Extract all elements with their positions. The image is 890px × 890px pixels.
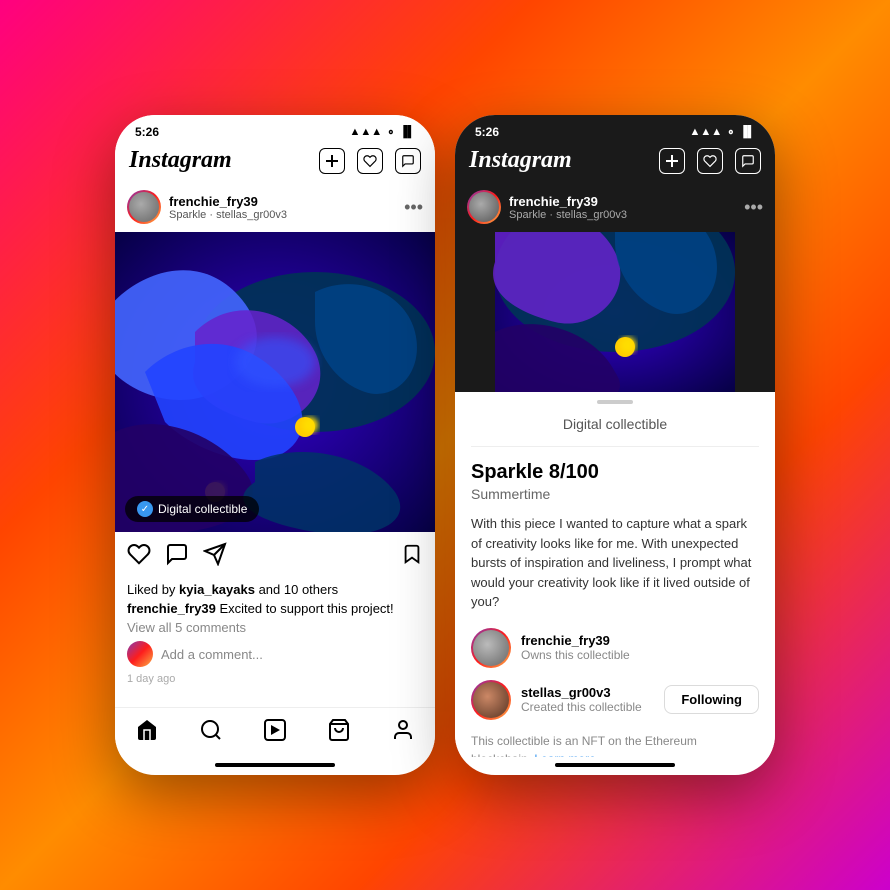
timestamp: 1 day ago <box>127 673 423 685</box>
owner-role: Owns this collectible <box>521 648 759 662</box>
action-bar-left <box>115 532 435 582</box>
home-indicator-right <box>555 763 675 767</box>
bottom-nav-left <box>115 707 435 757</box>
share-icon[interactable] <box>203 542 227 572</box>
nav-reels[interactable] <box>263 718 287 749</box>
home-indicator-left <box>215 763 335 767</box>
signal-icon: ▲▲▲ <box>350 126 383 138</box>
learn-more-link[interactable]: Learn more <box>534 752 595 758</box>
post-image-left: ✓ Digital collectible <box>115 232 435 532</box>
liked-by-label: Liked by <box>127 582 179 597</box>
comment-icon[interactable] <box>165 542 189 572</box>
post-subtext-right: Sparkle · stellas_gr00v3 <box>509 209 736 221</box>
commenter-avatar <box>127 641 153 667</box>
status-bar-left: 5:26 ▲▲▲ ⚬ ▐▌ <box>115 115 435 143</box>
blockchain-note: This collectible is an NFT on the Ethere… <box>471 732 759 758</box>
user-info-left: frenchie_fry39 Sparkle · stellas_gr00v3 <box>169 194 396 221</box>
right-phone: 5:26 ▲▲▲ ⚬ ▐▌ Instagram <box>455 115 775 775</box>
owner-row: frenchie_fry39 Owns this collectible <box>471 628 759 668</box>
creator-info: stellas_gr00v3 Created this collectible <box>521 685 654 714</box>
owner-info: frenchie_fry39 Owns this collectible <box>521 633 759 662</box>
check-icon: ✓ <box>137 501 153 517</box>
wifi-icon-right: ⚬ <box>726 126 735 139</box>
header-icons-right <box>659 148 761 174</box>
notifications-icon-right[interactable] <box>697 148 723 174</box>
owner-username[interactable]: frenchie_fry39 <box>521 633 759 648</box>
collectible-sub: Summertime <box>471 486 759 502</box>
nav-home[interactable] <box>135 718 159 749</box>
status-bar-right: 5:26 ▲▲▲ ⚬ ▐▌ <box>455 115 775 143</box>
more-btn-left[interactable]: ••• <box>404 197 423 218</box>
add-post-icon[interactable] <box>319 148 345 174</box>
user-info-right: frenchie_fry39 Sparkle · stellas_gr00v3 <box>509 194 736 221</box>
avatar-right[interactable] <box>467 190 501 224</box>
add-comment-row: Add a comment... <box>127 641 423 667</box>
phones-container: 5:26 ▲▲▲ ⚬ ▐▌ Instagram <box>115 115 775 775</box>
like-icon[interactable] <box>127 542 151 572</box>
post-username-right[interactable]: frenchie_fry39 <box>509 194 736 209</box>
post-user-row-right: frenchie_fry39 Sparkle · stellas_gr00v3 … <box>455 182 775 232</box>
status-icons-left: ▲▲▲ ⚬ ▐▌ <box>350 126 415 139</box>
owner-avatar[interactable] <box>471 628 511 668</box>
liked-by: Liked by kyia_kayaks and 10 others <box>127 582 423 597</box>
add-post-icon-right[interactable] <box>659 148 685 174</box>
collectible-description: With this piece I wanted to capture what… <box>471 514 759 612</box>
app-header-left: Instagram <box>115 143 435 182</box>
nav-search[interactable] <box>199 718 223 749</box>
time-left: 5:26 <box>135 125 159 139</box>
nav-shop[interactable] <box>327 718 351 749</box>
caption: frenchie_fry39 Excited to support this p… <box>127 601 423 616</box>
follow-button[interactable]: Following <box>664 685 759 714</box>
instagram-logo-left: Instagram <box>129 147 232 174</box>
bottom-sheet: Digital collectible Sparkle 8/100 Summer… <box>455 392 775 757</box>
instagram-logo-right: Instagram <box>469 147 572 174</box>
battery-icon-right: ▐▌ <box>739 126 755 138</box>
bookmark-icon[interactable] <box>401 543 423 571</box>
others-text: and 10 others <box>255 582 338 597</box>
caption-username[interactable]: frenchie_fry39 <box>127 601 216 616</box>
post-subtext-left: Sparkle · stellas_gr00v3 <box>169 209 396 221</box>
creator-role: Created this collectible <box>521 700 654 714</box>
signal-icon-right: ▲▲▲ <box>690 126 723 138</box>
nav-profile[interactable] <box>391 718 415 749</box>
post-content-left: Liked by kyia_kayaks and 10 others frenc… <box>115 582 435 707</box>
creator-row: stellas_gr00v3 Created this collectible … <box>471 680 759 720</box>
caption-text: Excited to support this project! <box>216 601 394 616</box>
creator-username[interactable]: stellas_gr00v3 <box>521 685 654 700</box>
messenger-icon-left[interactable] <box>395 148 421 174</box>
digital-badge: ✓ Digital collectible <box>125 496 259 522</box>
sheet-title: Digital collectible <box>471 404 759 447</box>
notifications-heart-icon[interactable] <box>357 148 383 174</box>
app-header-right: Instagram <box>455 143 775 182</box>
avatar-left[interactable] <box>127 190 161 224</box>
comment-input[interactable]: Add a comment... <box>161 647 263 662</box>
badge-text: Digital collectible <box>158 502 247 516</box>
collectible-name: Sparkle 8/100 <box>471 461 759 484</box>
header-icons-left <box>319 148 421 174</box>
post-user-row-left: frenchie_fry39 Sparkle · stellas_gr00v3 … <box>115 182 435 232</box>
left-phone: 5:26 ▲▲▲ ⚬ ▐▌ Instagram <box>115 115 435 775</box>
time-right: 5:26 <box>475 125 499 139</box>
battery-icon: ▐▌ <box>399 126 415 138</box>
post-username-left[interactable]: frenchie_fry39 <box>169 194 396 209</box>
wifi-icon: ⚬ <box>386 126 395 139</box>
liker-name[interactable]: kyia_kayaks <box>179 582 255 597</box>
view-comments-btn[interactable]: View all 5 comments <box>127 620 423 635</box>
creator-avatar[interactable] <box>471 680 511 720</box>
post-image-right <box>455 232 775 392</box>
messenger-icon-right[interactable] <box>735 148 761 174</box>
status-icons-right: ▲▲▲ ⚬ ▐▌ <box>690 126 755 139</box>
more-btn-right[interactable]: ••• <box>744 197 763 218</box>
